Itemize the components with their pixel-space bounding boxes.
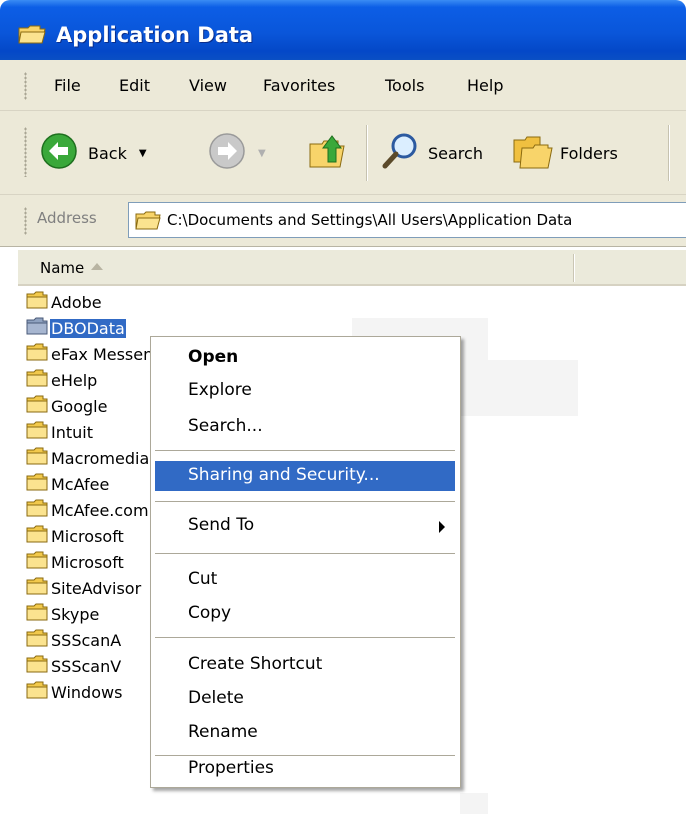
menu-item-create-shortcut[interactable]: Create Shortcut — [155, 650, 455, 680]
list-item[interactable]: SiteAdvisor — [26, 576, 142, 600]
list-item-selected[interactable]: DBOData — [26, 316, 126, 340]
folder-icon — [26, 603, 48, 625]
menu-item-cut[interactable]: Cut — [155, 565, 455, 595]
submenu-arrow-icon — [439, 521, 445, 533]
folder-icon — [135, 210, 161, 234]
menu-item-sharing-security[interactable]: Sharing and Security... — [155, 461, 455, 491]
list-item[interactable]: Google — [26, 394, 108, 418]
back-arrow-icon — [40, 132, 78, 174]
toolbar-separator — [668, 125, 669, 181]
folder-icon — [26, 577, 48, 599]
forward-arrow-icon — [208, 132, 246, 174]
folder-icon — [26, 473, 48, 495]
list-item[interactable]: eHelp — [26, 368, 98, 392]
address-input[interactable]: C:\Documents and Settings\All Users\Appl… — [128, 202, 686, 238]
folder-icon — [26, 629, 48, 651]
column-header: Name — [18, 250, 686, 286]
column-name-header[interactable]: Name — [40, 259, 84, 277]
search-magnifier-icon — [380, 131, 420, 175]
ghost-artifact — [460, 793, 488, 814]
menu-item-search[interactable]: Search... — [155, 412, 455, 442]
folder-icon — [26, 343, 48, 365]
folder-icon — [26, 551, 48, 573]
list-item[interactable]: Skype — [26, 602, 100, 626]
list-item[interactable]: McAfee.com — [26, 498, 150, 522]
menu-help[interactable]: Help — [467, 76, 503, 95]
menu-tools[interactable]: Tools — [385, 76, 424, 95]
folder-icon — [26, 655, 48, 677]
file-list: Adobe DBOData eFax Messenger eHelp Googl… — [26, 290, 162, 814]
search-label: Search — [428, 143, 483, 163]
folders-button[interactable]: Folders — [512, 133, 618, 173]
list-item[interactable]: Adobe — [26, 290, 103, 314]
list-item[interactable]: Windows — [26, 680, 123, 704]
list-item[interactable]: SSScanA — [26, 628, 122, 652]
folder-icon — [26, 525, 48, 547]
menu-separator — [155, 637, 455, 638]
folders-label: Folders — [560, 143, 618, 163]
forward-button[interactable]: ▼ — [208, 133, 266, 173]
list-item[interactable]: Intuit — [26, 420, 94, 444]
forward-dropdown-icon[interactable]: ▼ — [258, 148, 266, 159]
list-item[interactable]: Macromedia — [26, 446, 150, 470]
sort-ascending-icon — [91, 263, 103, 270]
folder-icon — [18, 24, 46, 48]
menu-item-send-to[interactable]: Send To — [155, 511, 455, 541]
folder-icon — [26, 681, 48, 703]
menu-separator — [155, 450, 455, 451]
folder-icon — [26, 447, 48, 469]
menu-bar: File Edit View Favorites Tools Help — [0, 60, 686, 111]
back-dropdown-icon[interactable]: ▼ — [139, 148, 147, 159]
list-item[interactable]: SSScanV — [26, 654, 122, 678]
menu-item-delete[interactable]: Delete — [155, 684, 455, 714]
toolbar-separator — [366, 125, 367, 181]
menu-grip[interactable] — [24, 72, 27, 100]
back-button[interactable]: Back ▼ — [40, 133, 147, 173]
list-item[interactable]: Microsoft — [26, 524, 125, 548]
window-title: Application Data — [56, 23, 254, 47]
title-bar[interactable]: Application Data — [0, 0, 686, 60]
list-item[interactable]: Microsoft — [26, 550, 125, 574]
address-label: Address — [37, 209, 97, 227]
menu-favorites[interactable]: Favorites — [263, 76, 335, 95]
folder-icon — [26, 291, 48, 313]
folder-icon — [26, 499, 48, 521]
menu-edit[interactable]: Edit — [119, 76, 150, 95]
folder-icon — [26, 395, 48, 417]
toolbar-grip[interactable] — [24, 127, 27, 177]
menu-view[interactable]: View — [189, 76, 227, 95]
folder-icon — [26, 317, 48, 339]
menu-item-copy[interactable]: Copy — [155, 599, 455, 629]
standard-toolbar: Back ▼ ▼ Search Folders — [0, 111, 686, 195]
up-button[interactable] — [308, 133, 348, 173]
menu-item-properties[interactable]: Properties — [155, 754, 455, 784]
list-item[interactable]: McAfee — [26, 472, 110, 496]
address-path: C:\Documents and Settings\All Users\Appl… — [167, 211, 573, 229]
folder-icon — [26, 369, 48, 391]
menu-file[interactable]: File — [54, 76, 81, 95]
ghost-artifact — [460, 360, 578, 416]
column-divider[interactable] — [573, 254, 574, 282]
address-bar: Address C:\Documents and Settings\All Us… — [0, 195, 686, 247]
menu-separator — [155, 501, 455, 502]
up-folder-icon — [308, 132, 348, 174]
folders-icon — [512, 132, 554, 174]
address-grip[interactable] — [24, 207, 27, 235]
folder-icon — [26, 421, 48, 443]
back-label: Back — [88, 143, 127, 163]
list-item[interactable]: eFax Messenger — [26, 342, 162, 366]
context-menu: Open Explore Search... Sharing and Secur… — [150, 336, 461, 788]
menu-item-rename[interactable]: Rename — [155, 718, 455, 748]
menu-item-explore[interactable]: Explore — [155, 376, 455, 406]
menu-item-open[interactable]: Open — [155, 343, 455, 373]
search-button[interactable]: Search — [380, 133, 483, 173]
menu-separator — [155, 553, 455, 554]
